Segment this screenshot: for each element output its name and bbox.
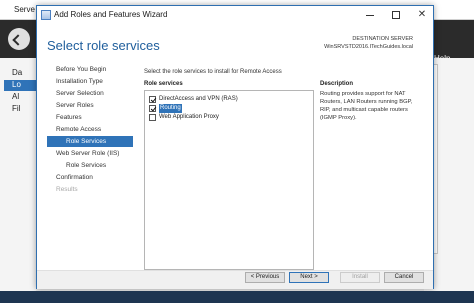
sidebar-item-local-server[interactable]: Lo bbox=[4, 80, 36, 91]
page-title: Select role services bbox=[47, 38, 160, 53]
nav-item-results: Results bbox=[47, 184, 133, 195]
nav-item-label: Before You Begin bbox=[56, 66, 107, 73]
sidebar-item-all-servers[interactable]: Al bbox=[4, 92, 36, 103]
sidebar-item-label: Al bbox=[12, 92, 20, 101]
nav-item-label: Server Selection bbox=[56, 90, 104, 97]
server-manager-title: Serve bbox=[14, 5, 35, 14]
maximize-button[interactable] bbox=[383, 6, 409, 24]
description-text: Routing provides support for NAT Routers… bbox=[320, 91, 413, 121]
maximize-icon bbox=[392, 11, 400, 19]
nav-item-label: Results bbox=[56, 186, 78, 193]
windows-taskbar bbox=[0, 291, 474, 303]
add-roles-wizard-dialog: Add Roles and Features Wizard ✕ Select r… bbox=[36, 5, 434, 289]
role-service-label: DirectAccess and VPN (RAS) bbox=[159, 96, 238, 102]
install-button: Install bbox=[340, 272, 380, 283]
nav-item-features[interactable]: Features bbox=[47, 112, 133, 123]
nav-item-role-services-iis[interactable]: Role Services bbox=[47, 160, 133, 171]
nav-item-confirmation[interactable]: Confirmation bbox=[47, 172, 133, 183]
minimize-icon bbox=[366, 15, 374, 16]
routing-checkbox[interactable] bbox=[149, 105, 156, 112]
sidebar-item-dashboard[interactable]: Da bbox=[4, 68, 36, 79]
nav-item-before-you-begin[interactable]: Before You Begin bbox=[47, 64, 133, 75]
nav-item-server-roles[interactable]: Server Roles bbox=[47, 100, 133, 111]
minimize-button[interactable] bbox=[357, 6, 383, 24]
sidebar-item-label: Da bbox=[12, 68, 23, 77]
role-service-label: Web Application Proxy bbox=[159, 114, 219, 120]
nav-item-role-services-remote-access[interactable]: Role Services bbox=[47, 136, 133, 147]
wizard-navigation: Before You Begin Installation Type Serve… bbox=[47, 64, 135, 204]
nav-item-web-server-role[interactable]: Web Server Role (IIS) bbox=[47, 148, 133, 159]
sidebar-item-file-services[interactable]: Fil bbox=[4, 104, 36, 115]
nav-item-remote-access[interactable]: Remote Access bbox=[47, 124, 133, 135]
next-button[interactable]: Next > bbox=[289, 272, 329, 283]
nav-item-label: Role Services bbox=[66, 162, 107, 169]
back-arrow-icon[interactable] bbox=[8, 28, 30, 50]
destination-server-name: WinSRVSTD2016.ITechGuides.local bbox=[324, 44, 413, 50]
web-application-proxy-checkbox[interactable] bbox=[149, 114, 156, 121]
close-icon: ✕ bbox=[417, 9, 427, 20]
nav-item-label: Confirmation bbox=[56, 174, 93, 181]
description-header: Description bbox=[320, 81, 354, 87]
directaccess-vpn-checkbox[interactable] bbox=[149, 96, 156, 103]
previous-button[interactable]: < Previous bbox=[245, 272, 285, 283]
nav-item-label: Role Services bbox=[66, 138, 107, 145]
role-services-header: Role services bbox=[144, 81, 183, 87]
wizard-header: Select role services DESTINATION SERVER … bbox=[37, 24, 433, 60]
server-manager-sidebar: Da Lo Al Fil bbox=[0, 58, 36, 303]
close-button[interactable]: ✕ bbox=[409, 6, 435, 24]
wizard-app-icon bbox=[41, 10, 51, 20]
nav-item-label: Remote Access bbox=[56, 126, 102, 133]
nav-item-installation-type[interactable]: Installation Type bbox=[47, 76, 133, 87]
sidebar-item-label: Fil bbox=[12, 104, 21, 113]
sidebar-item-label: Lo bbox=[12, 80, 21, 89]
role-services-list: DirectAccess and VPN (RAS) Routing Web A… bbox=[144, 90, 314, 270]
wizard-title: Add Roles and Features Wizard bbox=[54, 10, 168, 19]
destination-server-label: DESTINATION SERVER bbox=[352, 36, 413, 42]
role-service-label: Routing bbox=[159, 104, 182, 113]
nav-item-label: Features bbox=[56, 114, 82, 121]
nav-item-server-selection[interactable]: Server Selection bbox=[47, 88, 133, 99]
wizard-titlebar: Add Roles and Features Wizard ✕ bbox=[37, 6, 433, 24]
nav-item-label: Web Server Role (IIS) bbox=[56, 150, 120, 157]
cancel-button[interactable]: Cancel bbox=[384, 272, 424, 283]
nav-item-label: Installation Type bbox=[56, 78, 103, 85]
instruction-text: Select the role services to install for … bbox=[144, 69, 282, 75]
nav-item-label: Server Roles bbox=[56, 102, 94, 109]
